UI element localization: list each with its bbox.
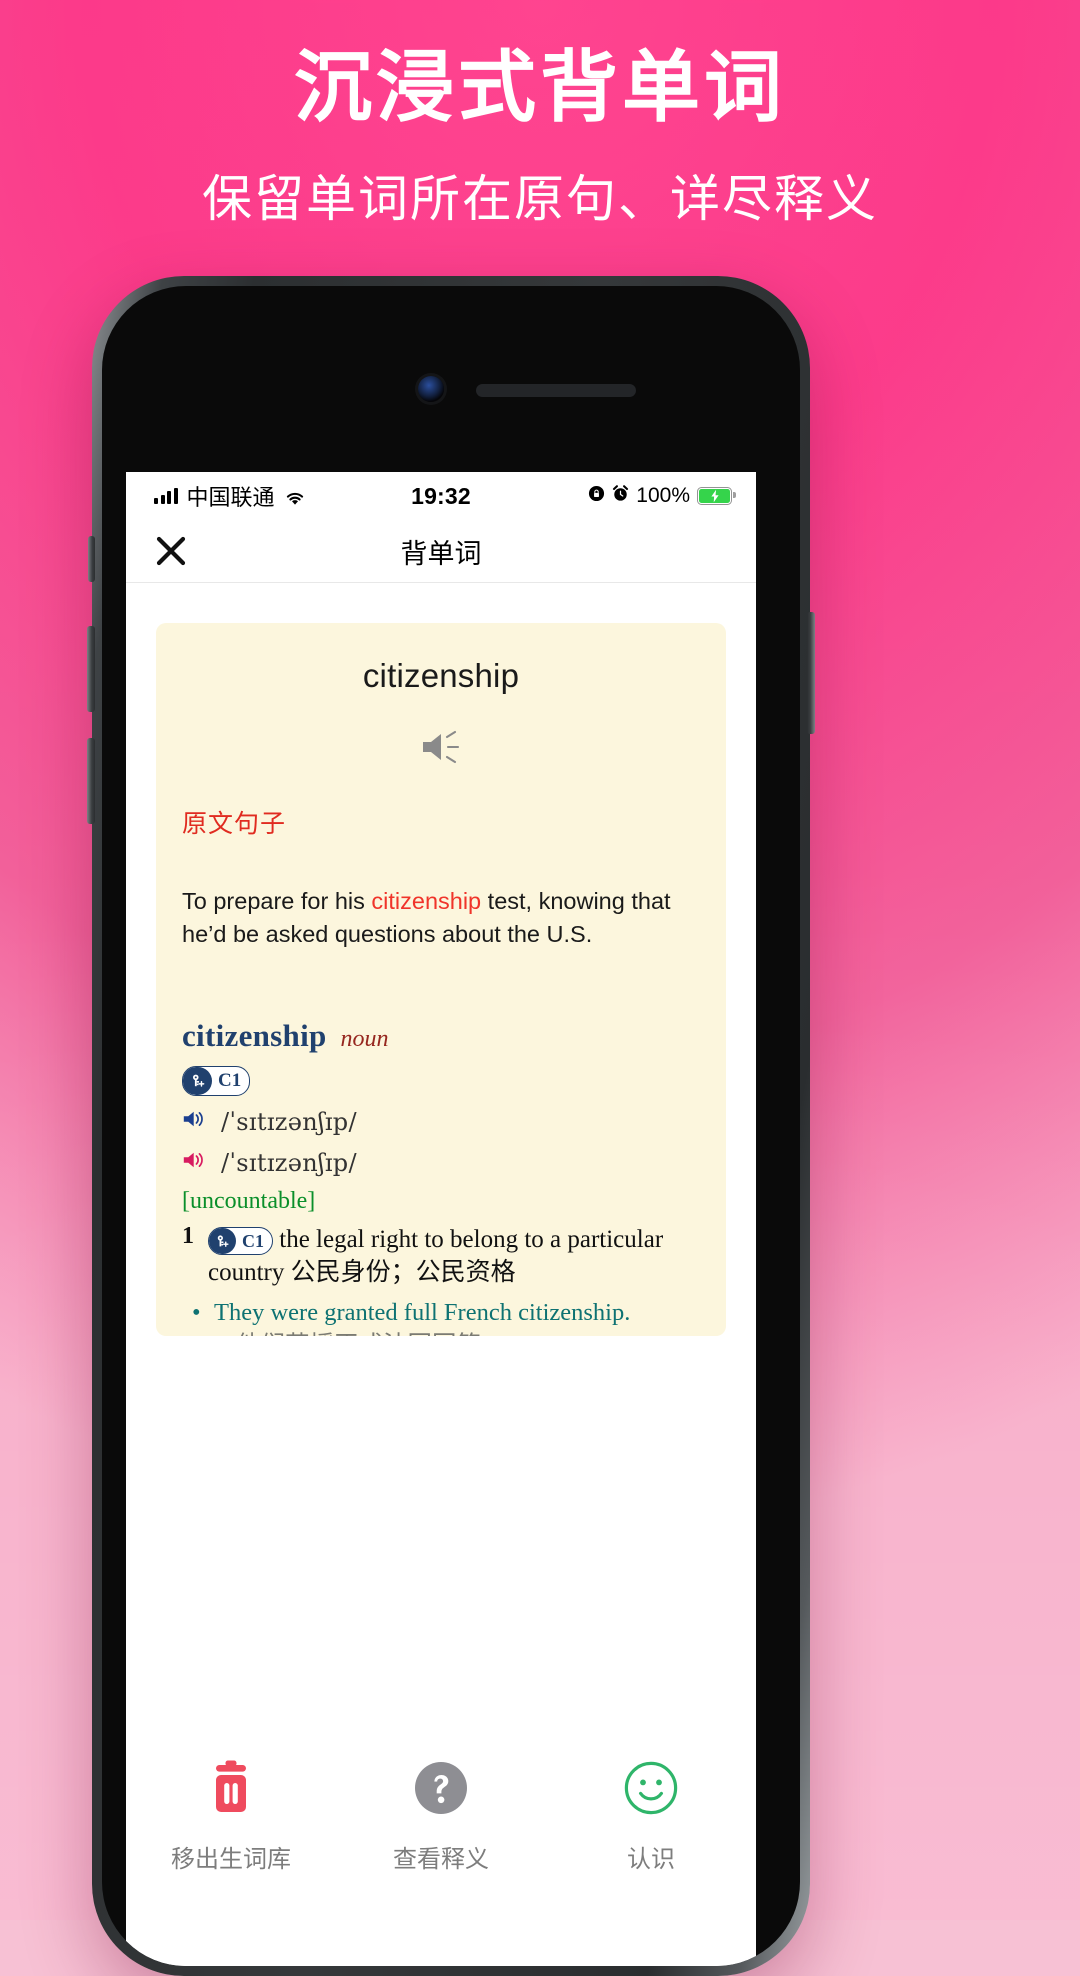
bottom-toolbar: 移出生词库 查看释义 [126, 1698, 756, 1966]
sentence-before: To prepare for his [182, 888, 371, 914]
volume-down-button[interactable] [87, 738, 95, 824]
card-speaker-row [182, 729, 700, 770]
front-camera-icon [418, 376, 444, 402]
promo-headline-block: 沉浸式背单词 保留单词所在原句、详尽释义 [0, 46, 1080, 227]
cefr-badge: C1 [182, 1066, 250, 1096]
pronunciation-us-ipa: /ˈsɪtɪzənʃɪp/ [221, 1149, 357, 1177]
smiley-icon [623, 1760, 679, 1821]
dictionary-headword-row: citizenship noun [182, 1018, 700, 1054]
sentence-highlight: citizenship [371, 888, 481, 914]
key-plus-icon [182, 1067, 212, 1095]
phone-bezel: 中国联通 19:32 [102, 286, 800, 1966]
remove-from-vocabulary-button[interactable]: 移出生词库 [151, 1760, 311, 1874]
known-button[interactable]: 认识 [571, 1760, 731, 1874]
page-subtitle: 保留单词所在原句、详尽释义 [0, 172, 1080, 227]
sense-body: C1 the legal right to belong to a partic… [208, 1223, 700, 1289]
phone-mockup: 中国联通 19:32 [92, 276, 810, 1976]
speaker-uk-icon[interactable] [182, 1108, 209, 1137]
cefr-badge-row: C1 [182, 1054, 700, 1096]
card-area: citizenship 原文句子 To prepare for his citi… [126, 583, 756, 1336]
card-headword: citizenship [182, 657, 700, 695]
status-bar: 中国联通 19:32 [126, 472, 756, 520]
pronunciation-uk-ipa: /ˈsɪtɪzənʃɪp/ [221, 1108, 357, 1136]
dictionary-headword: citizenship [182, 1018, 327, 1054]
example-1: They were granted full French citizenshi… [182, 1297, 700, 1336]
trash-icon [205, 1760, 257, 1821]
example-1-en: They were granted full French citizenshi… [214, 1297, 700, 1330]
word-card: citizenship 原文句子 To prepare for his citi… [156, 623, 726, 1336]
speaker-us-icon[interactable] [182, 1149, 209, 1178]
screen-title: 背单词 [126, 532, 756, 571]
remove-from-vocabulary-label: 移出生词库 [171, 1839, 291, 1874]
volume-up-button[interactable] [87, 626, 95, 712]
known-label: 认识 [627, 1839, 675, 1874]
question-mark-icon [413, 1760, 469, 1821]
pronunciation-us[interactable]: /ˈsɪtɪzənʃɪp/ [182, 1149, 700, 1178]
original-sentence-label: 原文句子 [182, 804, 700, 840]
sense-number: 1 [182, 1223, 194, 1289]
navigation-bar: 背单词 [126, 520, 756, 583]
show-definition-button[interactable]: 查看释义 [361, 1760, 521, 1874]
phone-screen: 中国联通 19:32 [126, 472, 756, 1966]
original-sentence: To prepare for his citizenship test, kno… [182, 885, 700, 952]
sense-block: 1 [182, 1223, 700, 1289]
key-plus-icon [208, 1228, 236, 1254]
power-button[interactable] [807, 612, 815, 734]
cefr-level-label: C1 [212, 1071, 249, 1090]
battery-charging-icon [697, 487, 732, 505]
example-1-cn: 他们获授正式法国国籍。 [214, 1330, 700, 1336]
sense-definition-cn: 公民身份；公民资格 [291, 1259, 516, 1286]
page-title: 沉浸式背单词 [0, 46, 1080, 130]
pronunciation-uk[interactable]: /ˈsɪtɪzənʃɪp/ [182, 1108, 700, 1137]
earpiece-speaker [476, 384, 636, 397]
status-bar-clock: 19:32 [126, 483, 756, 510]
show-definition-label: 查看释义 [393, 1839, 489, 1874]
speaker-icon[interactable] [419, 752, 463, 769]
silence-switch[interactable] [88, 536, 95, 582]
part-of-speech: noun [341, 1026, 389, 1053]
grammar-tag: [uncountable] [182, 1188, 700, 1215]
sense-cefr-level-label: C1 [236, 1232, 272, 1250]
sense-cefr-badge: C1 [208, 1227, 273, 1255]
dictionary-entry: citizenship noun [182, 1018, 700, 1336]
